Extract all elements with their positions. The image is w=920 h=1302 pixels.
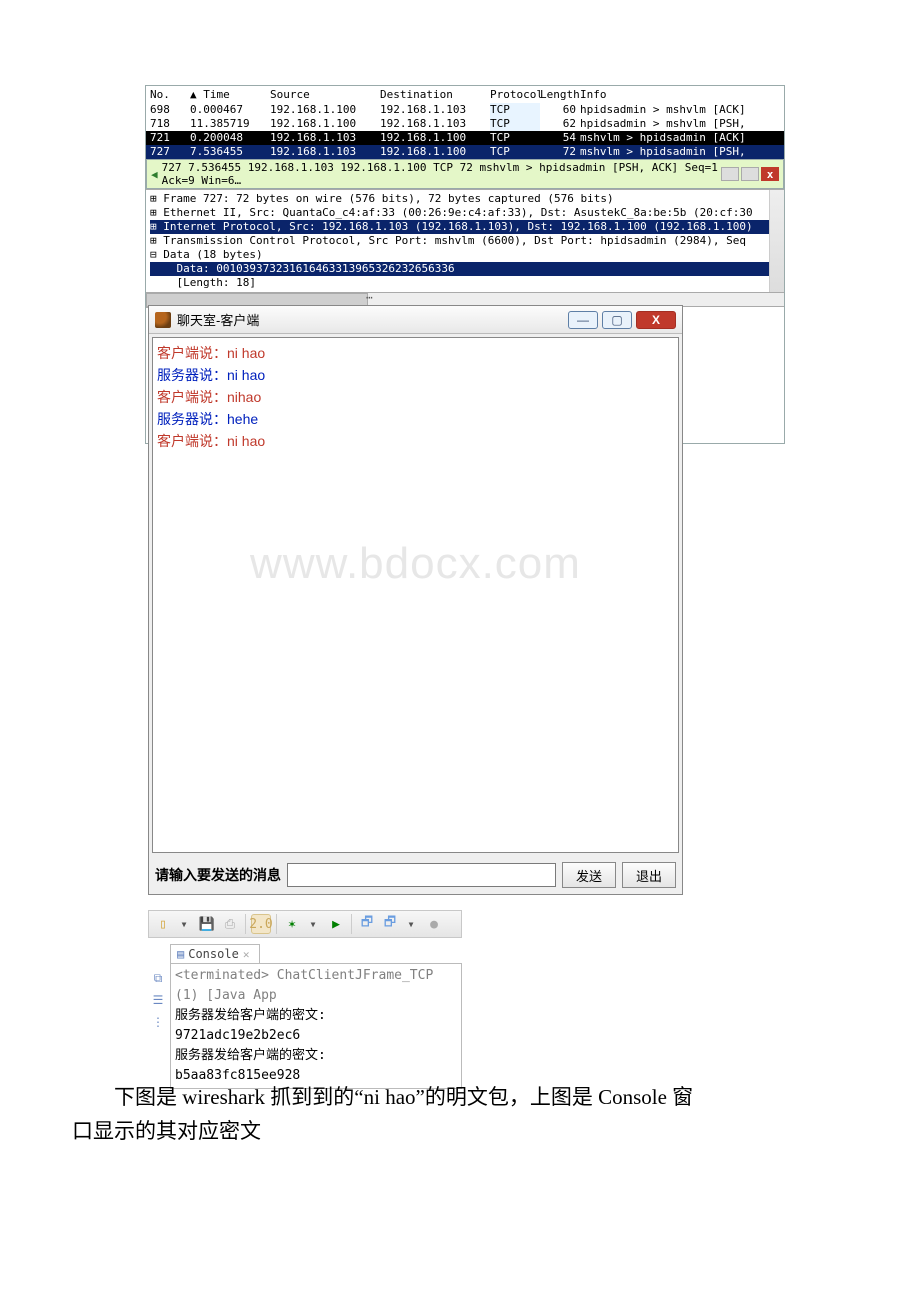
minimize-icon[interactable] <box>721 167 739 181</box>
window-title: 聊天室-客户端 <box>177 310 259 329</box>
input-bar: 请输入要发送的消息 发送 退出 <box>149 856 682 894</box>
debug-icon[interactable]: ✶ <box>282 914 302 934</box>
filter-text: 727 7.536455 192.168.1.103 192.168.1.100… <box>162 161 721 187</box>
packet-row[interactable]: 718 11.385719 192.168.1.100 192.168.1.10… <box>146 117 784 131</box>
chat-message: 客户端说：ni hao <box>157 342 674 364</box>
dropdown-icon[interactable]: ▼ <box>401 914 421 934</box>
watermark: www.bdocx.com <box>153 553 678 575</box>
col-source[interactable]: Source <box>270 88 380 101</box>
hscrollbar[interactable]: ⋯ <box>146 292 784 306</box>
ide-toolbar: ▯ ▼ 💾 ⎙ 2.0 ✶ ▼ ▶ 🗗 🗗 ▼ ● <box>148 910 462 938</box>
filter-marker-icon: ◀ <box>151 168 158 181</box>
maximize-button[interactable]: ▢ <box>602 311 632 329</box>
input-label: 请输入要发送的消息 <box>155 865 281 885</box>
caption-line1: 下图是 wireshark 抓到到的“ni hao”的明文包，上图是 Conso… <box>72 1080 852 1114</box>
maximize-icon[interactable] <box>741 167 759 181</box>
col-proto[interactable]: Protocol <box>490 88 540 101</box>
tree-ip[interactable]: ⊞ Internet Protocol, Src: 192.168.1.103 … <box>150 220 784 234</box>
console-line: 服务器发给客户端的密文: 9721adc19e2b2ec6 <box>175 1006 457 1046</box>
tasks-icon[interactable]: ⋮ <box>150 1014 166 1030</box>
chat-message: 服务器说：hehe <box>157 408 674 430</box>
stop-icon[interactable]: ● <box>424 914 444 934</box>
chat-message: 客户端说：nihao <box>157 386 674 408</box>
tree-tcp[interactable]: ⊞ Transmission Control Protocol, Src Por… <box>150 234 784 248</box>
console-tab[interactable]: ▤ Console ✕ <box>170 944 260 963</box>
packet-details[interactable]: ⊞ Frame 727: 72 bytes on wire (576 bits)… <box>146 189 784 292</box>
terminated-line: <terminated> ChatClientJFrame_TCP (1) [J… <box>175 966 457 1006</box>
console-tab-label: Console <box>188 947 239 961</box>
col-dest[interactable]: Destination <box>380 88 490 101</box>
restore-icon[interactable]: ⧉ <box>150 970 166 986</box>
save-icon[interactable]: 💾 <box>197 914 217 934</box>
exit-button[interactable]: 退出 <box>622 862 676 888</box>
tree-eth[interactable]: ⊞ Ethernet II, Src: QuantaCo_c4:af:33 (0… <box>150 206 784 220</box>
packet-list-header: No. ▲ Time Source Destination Protocol L… <box>146 86 784 103</box>
tree-length[interactable]: [Length: 18] <box>150 276 784 290</box>
close-icon[interactable]: x <box>761 167 779 181</box>
chat-log: 客户端说：ni hao 服务器说：ni hao 客户端说：nihao 服务器说：… <box>152 337 679 853</box>
chat-window: 聊天室-客户端 — ▢ X 客户端说：ni hao 服务器说：ni hao 客户… <box>148 305 683 895</box>
close-button[interactable]: X <box>636 311 676 329</box>
send-button[interactable]: 发送 <box>562 862 616 888</box>
outline-icon[interactable]: ☰ <box>150 992 166 1008</box>
caption-line2: 口显示的其对应密文 <box>72 1114 852 1148</box>
caption-paragraph: 下图是 wireshark 抓到到的“ni hao”的明文包，上图是 Conso… <box>72 1080 852 1148</box>
packet-row-selected[interactable]: 727 7.536455 192.168.1.103 192.168.1.100… <box>146 145 784 159</box>
package-icon[interactable]: 2.0 <box>251 914 271 934</box>
view-sidebar: ⧉ ☰ ⋮ <box>148 944 168 1089</box>
app-icon <box>155 312 171 328</box>
run-ext-icon[interactable]: 🗗 <box>380 914 400 934</box>
tree-data[interactable]: ⊟ Data (18 bytes) <box>150 248 784 262</box>
console-icon: ▤ <box>177 947 184 961</box>
ide-area: ▯ ▼ 💾 ⎙ 2.0 ✶ ▼ ▶ 🗗 🗗 ▼ ● ⧉ ☰ ⋮ ▤ Consol… <box>148 910 462 1089</box>
packet-summary-bar: ◀ 727 7.536455 192.168.1.103 192.168.1.1… <box>146 159 784 189</box>
packet-row-highlighted[interactable]: 721 0.200048 192.168.1.103 192.168.1.100… <box>146 131 784 145</box>
separator <box>245 914 246 934</box>
message-input[interactable] <box>287 863 556 887</box>
minimize-button[interactable]: — <box>568 311 598 329</box>
dropdown-icon[interactable]: ▼ <box>303 914 323 934</box>
print-icon[interactable]: ⎙ <box>220 914 240 934</box>
separator <box>276 914 277 934</box>
run-icon[interactable]: ▶ <box>326 914 346 934</box>
col-info[interactable]: Info <box>580 88 780 101</box>
chat-message: 服务器说：ni hao <box>157 364 674 386</box>
tree-frame[interactable]: ⊞ Frame 727: 72 bytes on wire (576 bits)… <box>150 192 784 206</box>
console-output[interactable]: <terminated> ChatClientJFrame_TCP (1) [J… <box>170 963 462 1089</box>
dropdown-icon[interactable]: ▼ <box>174 914 194 934</box>
titlebar[interactable]: 聊天室-客户端 — ▢ X <box>149 306 682 334</box>
close-tab-icon[interactable]: ✕ <box>243 948 250 961</box>
tree-data-bytes[interactable]: Data: 0010393732316164633139653262326563… <box>150 262 784 276</box>
chat-message: 客户端说：ni hao <box>157 430 674 452</box>
run-config-icon[interactable]: 🗗 <box>357 914 377 934</box>
new-icon[interactable]: ▯ <box>153 914 173 934</box>
col-no[interactable]: No. <box>150 88 190 101</box>
col-time[interactable]: ▲ Time <box>190 88 270 101</box>
packet-row[interactable]: 698 0.000467 192.168.1.100 192.168.1.103… <box>146 103 784 117</box>
col-length[interactable]: Length <box>540 88 580 101</box>
separator <box>351 914 352 934</box>
